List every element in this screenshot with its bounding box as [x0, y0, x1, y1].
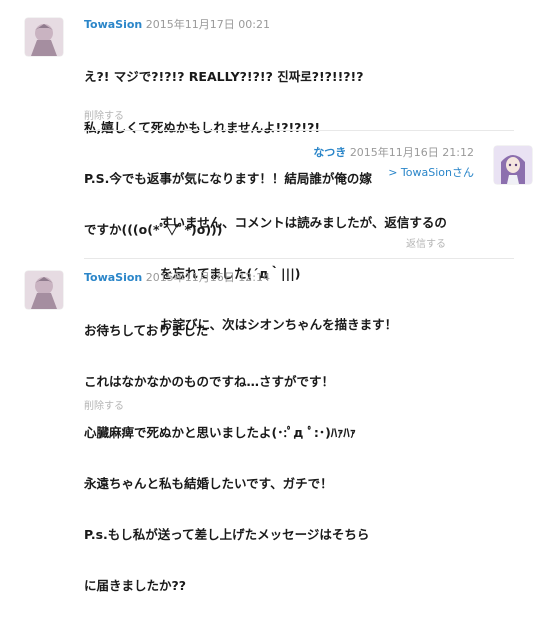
- avatar[interactable]: [25, 271, 63, 309]
- comment-line: 心臓麻痺で死ぬかと思いましたよ(･:ﾟд ﾟ:･)ﾊｧﾊｧ: [84, 425, 356, 440]
- comment-meta: なつき 2015年11月16日 21:12: [313, 144, 474, 160]
- comment-item: TowaSion 2015年11月16日 12:14 お待ちしておりました これ…: [0, 259, 554, 593]
- comment-date: 2015年11月16日 21:12: [349, 146, 474, 159]
- avatar[interactable]: [25, 18, 63, 56]
- comment-line: お待ちしておりました: [84, 323, 209, 338]
- comment-body: お待ちしておりました これはなかなかのものですね…さすがです！ 心臓麻痺で死ぬか…: [84, 288, 369, 628]
- comment-date: 2015年11月16日 12:14: [145, 271, 270, 284]
- delete-button[interactable]: 削除する: [84, 107, 124, 122]
- comment-item: なつき 2015年11月16日 21:12 > TowaSionさん すいません…: [0, 131, 554, 332]
- comment-line: P.s.もし私が送って差し上げたメッセージはそちら: [84, 527, 370, 542]
- reply-button[interactable]: 返信する: [406, 235, 446, 250]
- comment-line: 永遠ちゃんと私も結婚したいです、ガチで！: [84, 476, 333, 491]
- comment-thread: { "comments": [ { "author": "TowaSion", …: [0, 0, 554, 593]
- comment-date: 2015年11月17日 00:21: [145, 18, 270, 31]
- comment-line: に届きましたか??: [84, 578, 187, 593]
- comment-line: え?! マジで?!?!? REALLY?!?!? 진짜로?!?!!?!?: [84, 69, 364, 84]
- comment-line: すいません、コメントは読みましたが、返信するの: [160, 215, 447, 230]
- comment-line: これはなかなかのものですね…さすがです！: [84, 374, 335, 389]
- comment-meta: TowaSion 2015年11月17日 00:21: [84, 16, 270, 32]
- reply-to-link[interactable]: > TowaSionさん: [388, 164, 474, 180]
- delete-button[interactable]: 削除する: [84, 397, 124, 412]
- author-name[interactable]: TowaSion: [84, 18, 142, 31]
- comment-item: TowaSion 2015年11月17日 00:21 え?! マジで?!?!? …: [0, 0, 554, 237]
- author-name[interactable]: TowaSion: [84, 271, 142, 284]
- comment-meta: TowaSion 2015年11月16日 12:14: [84, 269, 270, 285]
- avatar[interactable]: [494, 146, 532, 184]
- author-name[interactable]: なつき: [313, 146, 346, 159]
